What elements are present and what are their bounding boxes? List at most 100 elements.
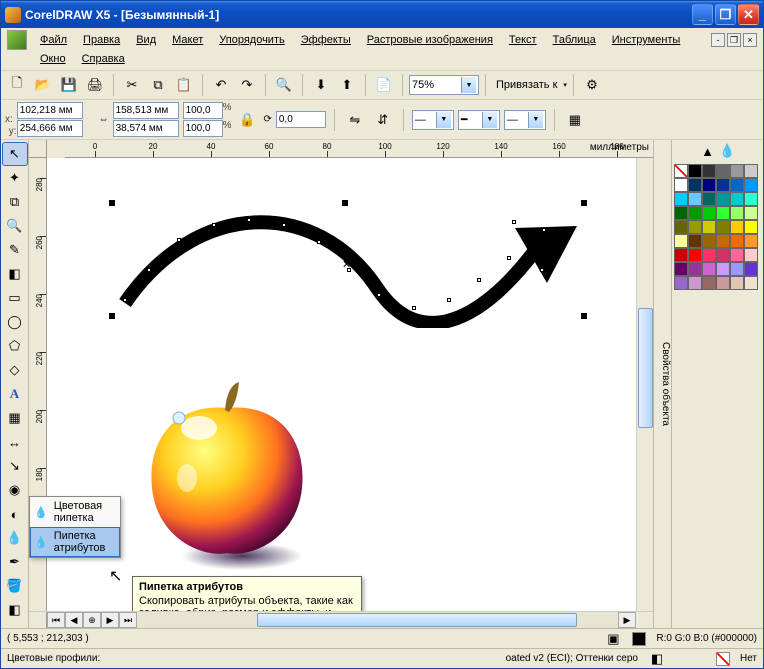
docker-object-properties[interactable]: Свойства объекта: [654, 140, 672, 628]
color-proof-icon[interactable]: ◧: [648, 651, 666, 667]
palette-swatch[interactable]: [674, 276, 688, 290]
palette-swatch[interactable]: [702, 248, 716, 262]
lock-ratio-button[interactable]: 🔒: [235, 108, 259, 132]
smart-fill-tool[interactable]: ◧: [2, 262, 28, 286]
rectangle-tool[interactable]: ▭: [2, 286, 28, 310]
palette-prev-icon[interactable]: ▲: [699, 142, 717, 160]
dimension-tool[interactable]: ↔: [2, 430, 28, 454]
palette-swatch[interactable]: [730, 220, 744, 234]
flyout-color-eyedropper[interactable]: 💧 Цветовая пипетка: [30, 497, 120, 527]
redo-button[interactable]: ↷: [235, 73, 259, 97]
palette-swatch[interactable]: [744, 192, 758, 206]
fill-swatch[interactable]: [632, 632, 646, 646]
palette-swatch[interactable]: [674, 234, 688, 248]
menu-layout[interactable]: Макет: [165, 31, 210, 49]
menu-tools[interactable]: Инструменты: [605, 31, 688, 49]
mdi-minimize[interactable]: -: [711, 33, 725, 47]
transparency-tool[interactable]: ◐: [2, 502, 28, 526]
text-tool[interactable]: A: [2, 382, 28, 406]
palette-swatch[interactable]: [730, 206, 744, 220]
menu-view[interactable]: Вид: [129, 31, 163, 49]
palette-swatch[interactable]: [688, 276, 702, 290]
menu-text[interactable]: Текст: [502, 31, 544, 49]
treat-as-filled-icon[interactable]: ▣: [604, 631, 622, 647]
menu-bitmaps[interactable]: Растровые изображения: [360, 31, 500, 49]
minimize-button[interactable]: _: [692, 4, 713, 25]
page-last[interactable]: ⏭: [119, 612, 137, 628]
horizontal-ruler[interactable]: миллиметры 020406080100120140160180: [65, 140, 653, 158]
palette-swatch[interactable]: [716, 206, 730, 220]
new-button[interactable]: 🗋: [5, 73, 29, 97]
palette-swatch[interactable]: [702, 220, 716, 234]
palette-swatch[interactable]: [744, 164, 758, 178]
scale-x-input[interactable]: 100,0: [183, 102, 223, 119]
apple-image[interactable]: ԶԼ: [127, 378, 327, 578]
snap-label[interactable]: Привязать к: [492, 79, 561, 91]
menu-help[interactable]: Справка: [75, 50, 132, 68]
copy-button[interactable]: ⧉: [146, 73, 170, 97]
shape-tool[interactable]: ✦: [2, 166, 28, 190]
page-first[interactable]: ⏮: [47, 612, 65, 628]
palette-swatch[interactable]: [730, 234, 744, 248]
menu-table[interactable]: Таблица: [546, 31, 603, 49]
crop-tool[interactable]: ⧉: [2, 190, 28, 214]
palette-swatch[interactable]: [688, 262, 702, 276]
palette-swatch[interactable]: [730, 192, 744, 206]
page-next[interactable]: ▶: [101, 612, 119, 628]
mirror-h-button[interactable]: ⇋: [343, 108, 367, 132]
zoom-tool[interactable]: 🔍: [2, 214, 28, 238]
palette-swatch[interactable]: [674, 262, 688, 276]
mdi-close[interactable]: ×: [743, 33, 757, 47]
wrap-text-button[interactable]: ▦: [563, 108, 587, 132]
outline-swatch[interactable]: [716, 652, 730, 666]
line-style-combo[interactable]: ━▼: [458, 110, 500, 130]
export-button[interactable]: ⬆: [335, 73, 359, 97]
palette-swatch[interactable]: [744, 178, 758, 192]
interactive-fill-tool[interactable]: ◧: [2, 598, 28, 622]
arrow-curve-object[interactable]: [117, 208, 597, 328]
close-button[interactable]: ✕: [738, 4, 759, 25]
print-button[interactable]: 🖨: [83, 73, 107, 97]
menu-effects[interactable]: Эффекты: [294, 31, 358, 49]
palette-swatch[interactable]: [702, 276, 716, 290]
palette-swatch[interactable]: [744, 206, 758, 220]
ruler-origin[interactable]: [29, 140, 47, 158]
palette-swatch[interactable]: [716, 164, 730, 178]
eyedropper-tool[interactable]: 💧: [2, 526, 28, 550]
line-start-combo[interactable]: —▼: [412, 110, 454, 130]
palette-swatch[interactable]: [744, 234, 758, 248]
palette-swatch[interactable]: [688, 234, 702, 248]
menu-window[interactable]: Окно: [33, 50, 73, 68]
menu-edit[interactable]: Правка: [76, 31, 127, 49]
palette-swatch[interactable]: [730, 276, 744, 290]
palette-swatch[interactable]: [702, 178, 716, 192]
palette-swatch[interactable]: [702, 262, 716, 276]
basic-shapes-tool[interactable]: ◇: [2, 358, 28, 382]
palette-swatch[interactable]: [716, 192, 730, 206]
outline-tool[interactable]: ✒: [2, 550, 28, 574]
maximize-button[interactable]: ❐: [715, 4, 736, 25]
options-button[interactable]: ⚙: [580, 73, 604, 97]
palette-swatch[interactable]: [674, 206, 688, 220]
zoom-combo[interactable]: 75%▼: [409, 75, 479, 95]
table-tool[interactable]: ▦: [2, 406, 28, 430]
palette-swatch[interactable]: [674, 192, 688, 206]
palette-swatch[interactable]: [744, 220, 758, 234]
save-button[interactable]: 💾: [57, 73, 81, 97]
palette-swatch[interactable]: [702, 234, 716, 248]
fill-tool[interactable]: 🪣: [2, 574, 28, 598]
ellipse-tool[interactable]: ◯: [2, 310, 28, 334]
pick-tool[interactable]: ↖: [2, 142, 28, 166]
width-input[interactable]: 158,513 мм: [113, 102, 179, 119]
scale-y-input[interactable]: 100,0: [183, 120, 223, 137]
menu-arrange[interactable]: Упорядочить: [212, 31, 291, 49]
menu-file[interactable]: Файл: [33, 31, 74, 49]
vertical-scrollbar[interactable]: [636, 158, 653, 611]
rotation-input[interactable]: 0,0: [276, 111, 326, 128]
polygon-tool[interactable]: ⬠: [2, 334, 28, 358]
palette-swatch[interactable]: [674, 220, 688, 234]
x-input[interactable]: 102,218 мм: [17, 102, 83, 119]
flyout-attribute-eyedropper[interactable]: 💧 Пипетка атрибутов: [30, 527, 120, 557]
freehand-tool[interactable]: ✎: [2, 238, 28, 262]
palette-swatch[interactable]: [688, 248, 702, 262]
